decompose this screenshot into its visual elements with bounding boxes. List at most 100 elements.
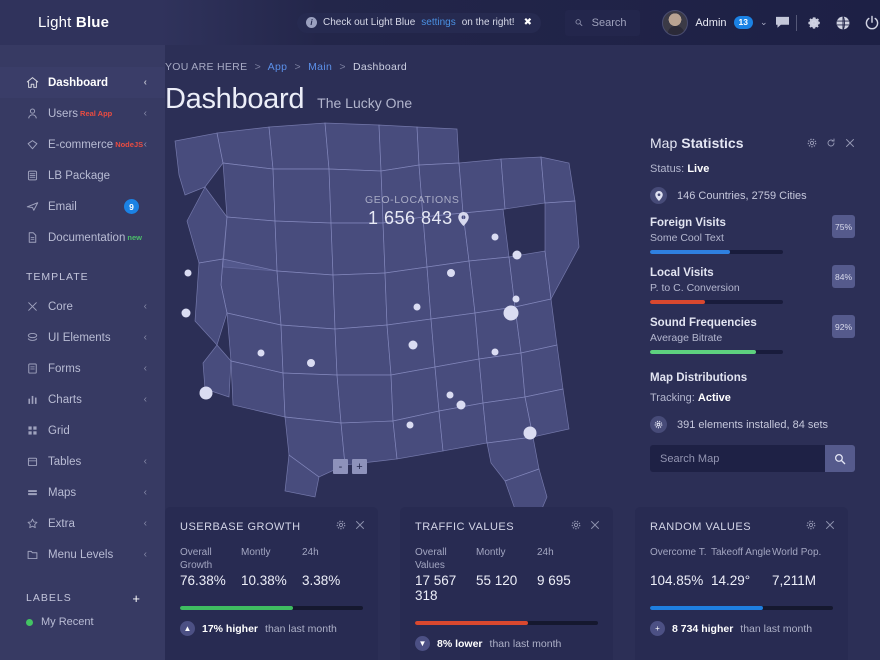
main-content: YOU ARE HERE > App > Main > Dashboard Da… <box>165 45 880 660</box>
user-menu[interactable]: Admin 13 ⌄ <box>662 10 789 36</box>
sidebar-item-label: Email <box>48 201 77 213</box>
sidebar-item-label: UI Elements <box>48 332 111 344</box>
sidebar-item-menu-levels[interactable]: Menu Levels ‹ <box>0 539 165 570</box>
gear-icon[interactable] <box>806 520 816 530</box>
sidebar-item-ui-elements[interactable]: UI Elements ‹ <box>0 322 165 353</box>
section-title-label: LABELS <box>26 592 72 604</box>
sidebar: Dashboard ‹ Users Real App ‹ E-commerce … <box>0 45 165 660</box>
chat-icon[interactable] <box>775 16 790 29</box>
sidebar-item-email[interactable]: Email 9 <box>0 191 165 222</box>
sidebar-item-documentation[interactable]: Documentation new <box>0 222 165 253</box>
panel-actions <box>807 138 855 148</box>
metric-progress-fill <box>650 250 730 254</box>
map-search-button[interactable] <box>825 445 855 472</box>
sidebar-section-template: TEMPLATE <box>0 271 165 283</box>
stat-value: 76.38% <box>180 573 241 588</box>
gear-icon[interactable] <box>571 520 581 530</box>
notice-settings-link[interactable]: settings <box>421 17 455 28</box>
sidebar-item-charts[interactable]: Charts ‹ <box>0 384 165 415</box>
zoom-in-button[interactable]: + <box>352 459 367 474</box>
refresh-icon[interactable] <box>826 138 836 148</box>
user-icon <box>26 107 39 120</box>
global-search[interactable] <box>565 10 640 36</box>
grid-icon <box>26 424 39 437</box>
top-navigation-bar: Light Blue i Check out Light Blue settin… <box>0 0 880 45</box>
search-input[interactable] <box>592 17 631 29</box>
sidebar-label-my-recent[interactable]: My Recent <box>0 612 165 632</box>
gear-icon[interactable] <box>806 15 822 31</box>
avatar[interactable] <box>662 10 688 36</box>
close-icon[interactable] <box>355 520 365 530</box>
arrow-down-icon: ▼ <box>415 636 430 651</box>
sidebar-item-dashboard[interactable]: Dashboard ‹ <box>0 67 165 98</box>
panel-title-light: Map <box>650 135 677 151</box>
dashboard-page: Light Blue i Check out Light Blue settin… <box>0 0 880 660</box>
sidebar-item-users[interactable]: Users Real App ‹ <box>0 98 165 129</box>
chevron-left-icon: ‹ <box>144 332 147 343</box>
sidebar-item-grid[interactable]: Grid <box>0 415 165 446</box>
app-logo[interactable]: Light Blue <box>0 14 165 31</box>
sidebar-item-label: Charts <box>48 394 82 406</box>
zoom-out-button[interactable]: - <box>333 459 348 474</box>
us-map-svg <box>165 45 645 545</box>
metric-progress-fill <box>650 300 705 304</box>
sidebar-item-extra[interactable]: Extra ‹ <box>0 508 165 539</box>
gear-icon[interactable] <box>336 520 346 530</box>
logo-light-text: Light <box>38 14 72 31</box>
sidebar-item-label: Extra <box>48 518 75 530</box>
chevron-left-icon: ‹ <box>144 139 147 150</box>
countries-cities-row: 146 Countries, 2759 Cities <box>650 187 855 204</box>
map-status-row: Status: Live <box>650 163 855 175</box>
form-icon <box>26 362 39 375</box>
stat-key: Montly <box>476 547 537 572</box>
close-icon[interactable] <box>825 520 835 530</box>
geo-map[interactable]: GEO-LOCATIONS 1 656 843 - + <box>165 45 645 545</box>
map-statistics-panel: Map Statistics Status: Li <box>650 135 855 472</box>
metric-title: Local Visits <box>650 267 855 279</box>
add-label-icon[interactable]: + <box>132 591 141 606</box>
footer-strong: 8 734 higher <box>672 623 733 635</box>
close-icon[interactable] <box>590 520 600 530</box>
power-icon[interactable] <box>864 15 880 31</box>
status-value: Live <box>687 163 709 175</box>
close-icon[interactable]: ✖ <box>524 17 532 28</box>
close-icon[interactable] <box>845 138 855 148</box>
chevron-left-icon: ‹ <box>144 549 147 560</box>
card-progress-track <box>650 606 833 610</box>
chevron-left-icon: ‹ <box>144 394 147 405</box>
stat-value: 3.38% <box>302 573 363 588</box>
tracking-row: Tracking: Active <box>650 392 855 404</box>
sidebar-item-lb-package[interactable]: LB Package <box>0 160 165 191</box>
card-progress-fill <box>415 621 528 625</box>
sidebar-item-maps[interactable]: Maps ‹ <box>0 477 165 508</box>
chevron-down-icon[interactable]: ⌄ <box>760 17 768 28</box>
metric-subtitle: Some Cool Text <box>650 232 855 244</box>
stack-icon <box>26 169 39 182</box>
chevron-left-icon: ‹ <box>144 301 147 312</box>
card-progress-fill <box>180 606 293 610</box>
footer-strong: 8% lower <box>437 638 483 650</box>
sidebar-item-ecommerce[interactable]: E-commerce NodeJS ‹ <box>0 129 165 160</box>
layers-icon <box>26 331 39 344</box>
sidebar-item-label: Tables <box>48 456 81 468</box>
metric-foreign-visits: Foreign Visits Some Cool Text 75% <box>650 217 855 254</box>
stat-key: Overall Growth <box>180 547 241 572</box>
map-zoom-controls[interactable]: - + <box>333 459 367 474</box>
toolbar-icons <box>806 15 880 31</box>
map-search[interactable] <box>650 445 855 472</box>
chevron-left-icon: ‹ <box>144 77 147 88</box>
notice-text-after: on the right! <box>462 17 515 28</box>
sidebar-item-tables[interactable]: Tables ‹ <box>0 446 165 477</box>
sidebar-item-core[interactable]: Core ‹ <box>0 291 165 322</box>
stat-value: 17 567 318 <box>415 573 476 603</box>
card-stat: Overcome T. 104.85% <box>650 547 711 588</box>
gear-icon[interactable] <box>807 138 817 148</box>
metric-progress-track <box>650 250 783 254</box>
search-icon <box>834 453 846 465</box>
sidebar-item-label: Users <box>48 108 78 120</box>
map-search-input[interactable] <box>650 445 825 472</box>
sidebar-item-forms[interactable]: Forms ‹ <box>0 353 165 384</box>
sidebar-item-label: LB Package <box>48 170 110 182</box>
globe-icon[interactable] <box>835 15 851 31</box>
notification-banner[interactable]: i Check out Light Blue settings on the r… <box>297 13 541 33</box>
